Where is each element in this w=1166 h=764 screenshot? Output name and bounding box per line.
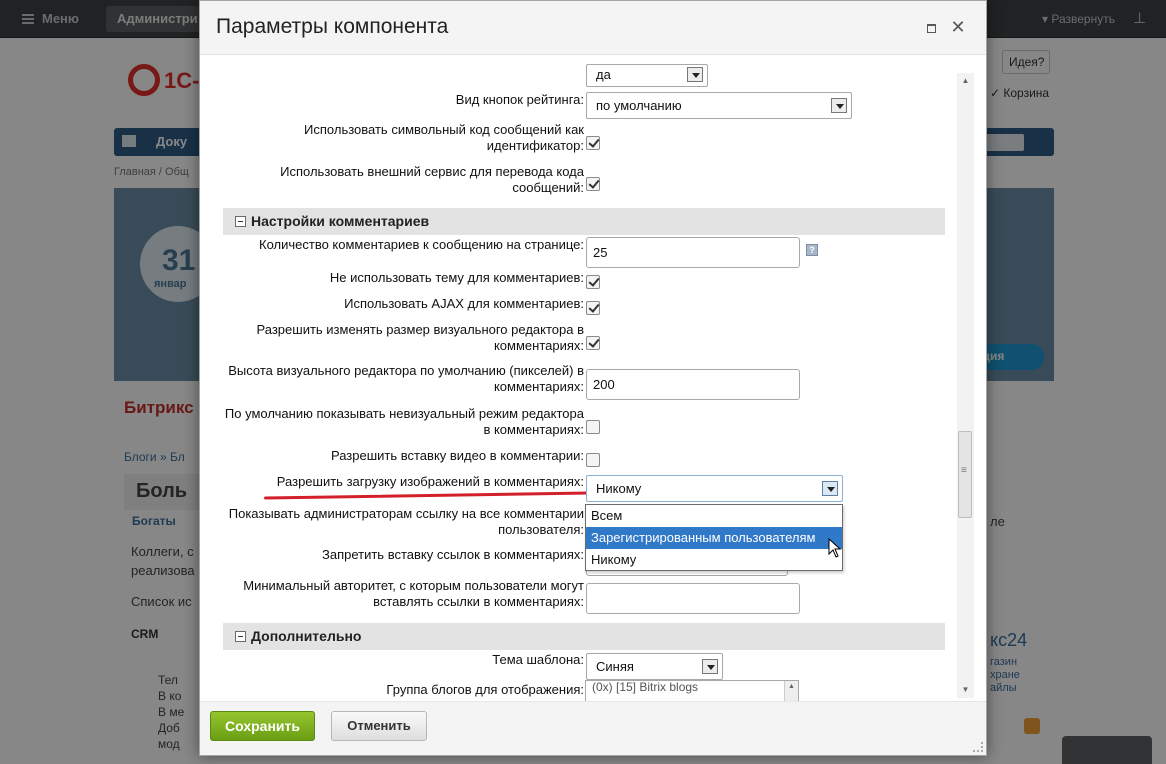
symbolic-code-checkbox[interactable] (586, 136, 600, 150)
admin-link-label: Показывать администраторам ссылку на все… (222, 506, 584, 538)
section-title: Настройки комментариев (251, 213, 430, 229)
min-authority-input[interactable] (586, 583, 800, 614)
template-theme-label: Тема шаблона: (492, 652, 584, 667)
ajax-checkbox[interactable] (586, 301, 600, 315)
chevron-down-icon (687, 67, 703, 82)
label-line: Показывать администраторам ссылку на все… (228, 506, 584, 521)
dropdown-option[interactable]: Никому (586, 549, 842, 571)
label-line: идентификатор: (486, 138, 584, 153)
resize-editor-checkbox[interactable] (586, 336, 600, 350)
dialog-title: Параметры компонента (216, 15, 449, 38)
chevron-down-icon (702, 659, 718, 674)
scroll-up-icon[interactable]: ▲ (957, 73, 974, 89)
video-checkbox[interactable] (586, 453, 600, 467)
images-select[interactable]: Никому (586, 475, 843, 502)
label-line: Использовать символьный код сообщений ка… (304, 122, 584, 137)
annotation-underline (263, 491, 591, 500)
dialog-header[interactable]: Параметры компонента ✕ (200, 1, 986, 55)
collapse-icon[interactable] (235, 631, 246, 642)
resize-grip-icon[interactable] (973, 742, 983, 752)
section-comments[interactable]: Настройки комментариев (223, 208, 945, 235)
label-line: Использовать внешний сервис для перевода… (280, 164, 584, 179)
no-theme-checkbox[interactable] (586, 275, 600, 289)
dropdown-option-highlighted[interactable]: Зарегистрированным пользователям (586, 527, 842, 549)
ajax-label: Использовать AJAX для комментариев: (344, 296, 584, 311)
list-option[interactable]: (0x) [15] Bitrix blogs (592, 681, 698, 694)
dropdown-option[interactable]: Всем (586, 505, 842, 527)
rating-buttons-select[interactable]: по умолчанию (586, 92, 852, 119)
label-line: вставлять ссылки в комментариях: (373, 594, 584, 609)
min-authority-label: Минимальный авторитет, с которым пользов… (222, 578, 584, 610)
dialog-footer: Сохранить Отменить (200, 701, 986, 755)
no-theme-label: Не использовать тему для комментариев: (329, 270, 584, 285)
close-icon: ✕ (950, 17, 966, 37)
blog-groups-list[interactable]: (0x) [15] Bitrix blogs ▲ (585, 680, 799, 701)
close-button[interactable]: ✕ (949, 18, 967, 36)
scroll-down-icon[interactable]: ▼ (957, 682, 974, 698)
list-scroll-up-icon[interactable]: ▲ (784, 681, 798, 701)
images-label: Разрешить загрузку изображений в коммент… (276, 474, 584, 489)
label-line: пользователя: (498, 522, 584, 537)
blog-groups-label: Группа блогов для отображения: (386, 682, 584, 697)
component-params-dialog: Параметры компонента ✕ да Вид кнопок рей… (199, 0, 987, 756)
nonvisual-mode-checkbox[interactable] (586, 420, 600, 434)
save-button[interactable]: Сохранить (210, 711, 315, 741)
select-value: Синяя (596, 659, 634, 674)
chevron-down-icon (822, 481, 838, 496)
comments-count-label: Количество комментариев к сообщению на с… (259, 237, 584, 252)
section-title: Дополнительно (251, 628, 362, 644)
symbolic-code-label: Использовать символьный код сообщений ка… (222, 122, 584, 154)
section-extra[interactable]: Дополнительно (223, 623, 945, 650)
editor-height-input[interactable]: 200 (586, 369, 800, 400)
label-line: в комментариях: (483, 422, 584, 437)
resize-editor-label: Разрешить изменять размер визуального ре… (222, 322, 584, 354)
nonvisual-mode-label: По умолчанию показывать невизуальный реж… (222, 406, 584, 438)
maximize-icon (926, 23, 936, 33)
images-dropdown-list: Всем Зарегистрированным пользователям Ни… (585, 504, 843, 571)
label-line: сообщений: (512, 180, 584, 195)
rating-buttons-label: Вид кнопок рейтинга: (455, 92, 584, 107)
label-line: Минимальный авторитет, с которым пользов… (243, 578, 584, 593)
select-value: Никому (596, 481, 642, 496)
select-value: по умолчанию (596, 98, 682, 113)
comments-count-input[interactable]: 25 (586, 237, 800, 268)
editor-height-label: Высота визуального редактора по умолчани… (222, 363, 584, 395)
label-line: Высота визуального редактора по умолчани… (228, 363, 584, 378)
cancel-button[interactable]: Отменить (331, 711, 427, 741)
translate-service-label: Использовать внешний сервис для перевода… (222, 164, 584, 196)
select-value: да (596, 67, 611, 82)
scrollbar-thumb[interactable] (958, 431, 972, 518)
label-line: комментариях: (493, 379, 584, 394)
top-select[interactable]: да (586, 64, 708, 87)
dialog-content: да Вид кнопок рейтинга: по умолчанию Исп… (200, 56, 986, 701)
chevron-down-icon (831, 98, 847, 113)
help-icon[interactable]: ? (806, 244, 818, 256)
label-line: комментариях: (493, 338, 584, 353)
translate-service-checkbox[interactable] (586, 177, 600, 191)
mouse-pointer-icon (828, 538, 842, 558)
maximize-button[interactable] (922, 18, 940, 36)
template-theme-select[interactable]: Синяя (586, 653, 723, 680)
video-label: Разрешить вставку видео в комментарии: (330, 448, 584, 463)
label-line: По умолчанию показывать невизуальный реж… (224, 406, 584, 421)
forbid-links-label: Запретить вставку ссылок в комментариях: (321, 547, 584, 562)
collapse-icon[interactable] (235, 216, 246, 227)
dialog-scrollbar[interactable]: ▲ ▼ (957, 73, 974, 698)
label-line: Разрешить изменять размер визуального ре… (256, 322, 584, 337)
